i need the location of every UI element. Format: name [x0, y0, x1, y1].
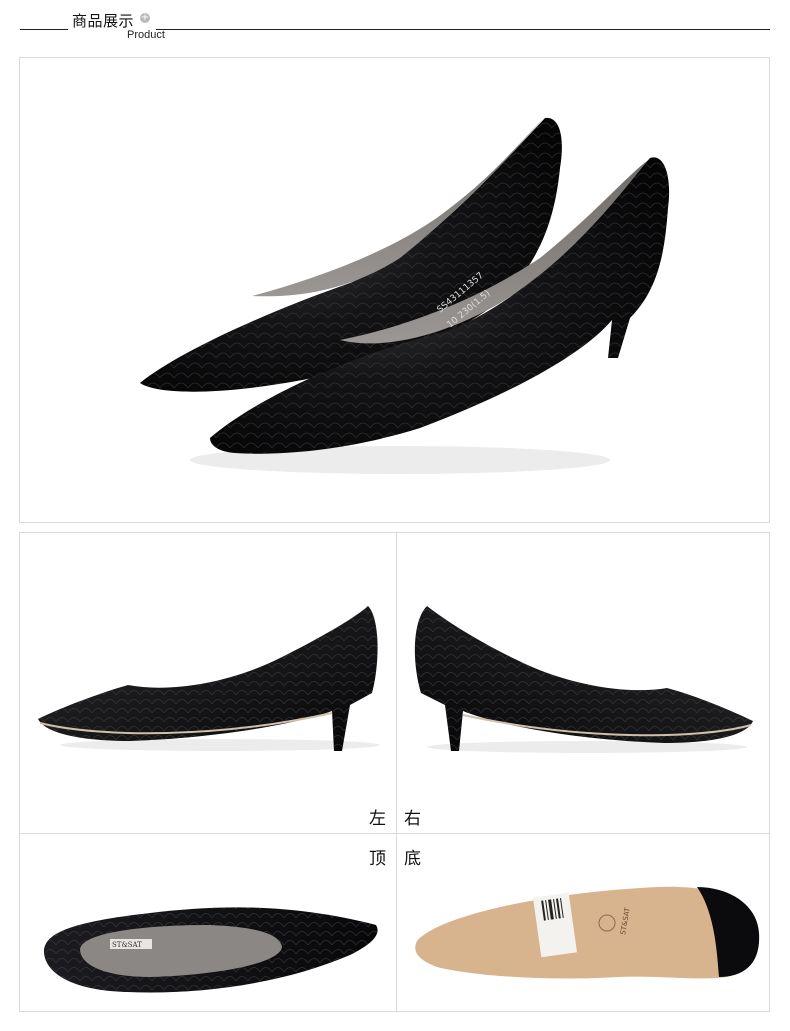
label-top-view: 顶 [369, 849, 386, 869]
bottom-view-image: ST&SAT [415, 886, 760, 979]
label-bottom-view: 底 [404, 849, 421, 869]
main-product-image: SS43111357 10 230(1.5) [19, 57, 770, 523]
left-view-image [38, 606, 380, 751]
section-header: 商品展示 + Product [0, 0, 790, 50]
header-rule-left [20, 29, 68, 30]
right-view-image [414, 606, 753, 753]
section-title: 商品展示 [72, 12, 135, 30]
grid-divider-horizontal [20, 833, 769, 834]
views-grid: 左 右 顶 底 ST&SAT ST&SAT [19, 532, 770, 1012]
label-right-view: 右 [404, 809, 421, 829]
svg-text:ST&SAT: ST&SAT [112, 941, 142, 949]
label-left-view: 左 [369, 809, 386, 829]
header-rule-right [156, 29, 770, 30]
top-view-image: ST&SAT [43, 907, 378, 993]
plus-circle-icon: + [140, 12, 150, 23]
section-subtitle: Product [127, 29, 165, 41]
shoe-pair-image: SS43111357 10 230(1.5) [140, 117, 670, 474]
